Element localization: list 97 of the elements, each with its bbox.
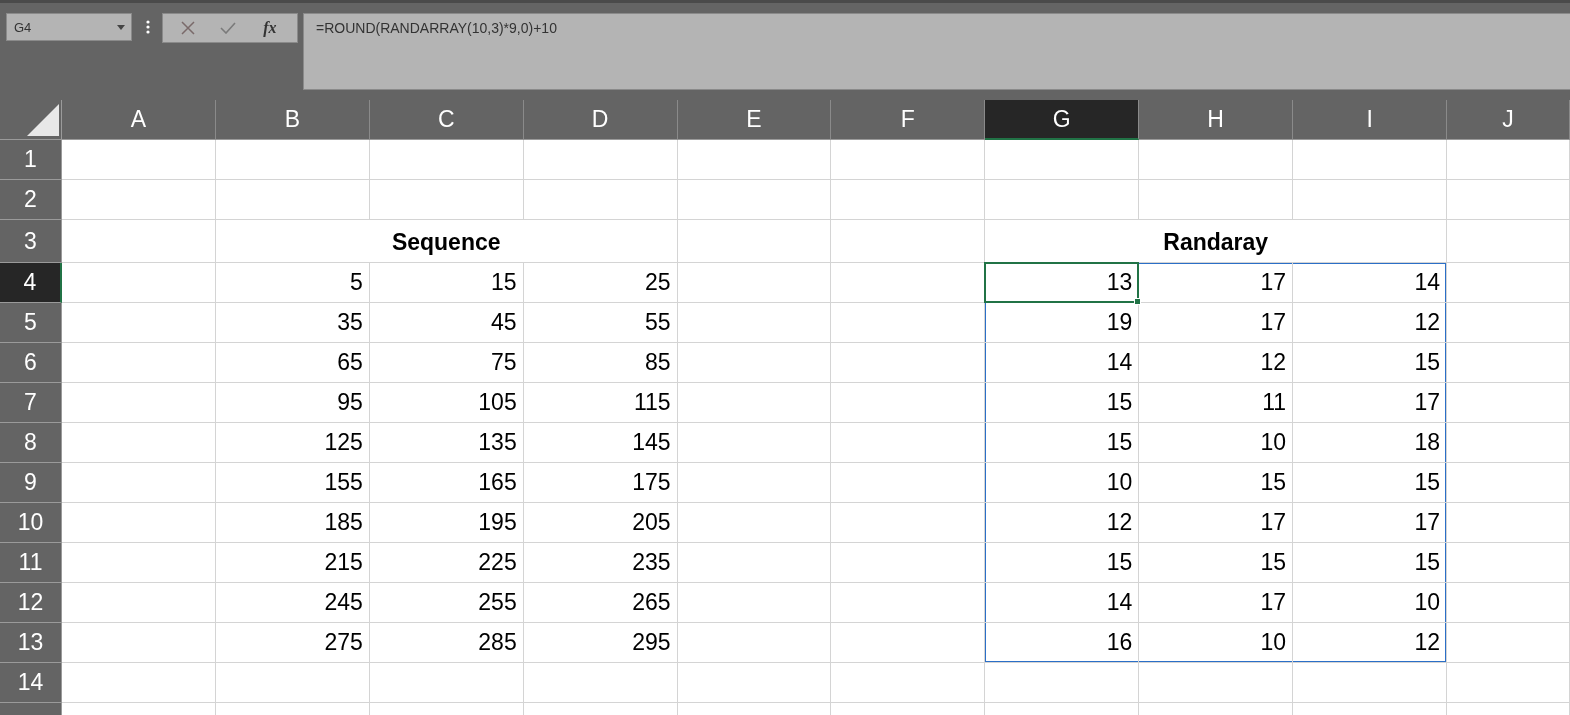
table-cell: 15 <box>1139 543 1294 583</box>
table-cell: 195 <box>369 503 524 543</box>
table-cell: 75 <box>369 343 524 383</box>
column-header[interactable]: F <box>831 100 986 140</box>
table-cell: 265 <box>523 583 678 623</box>
table-heading: Sequence <box>215 220 678 263</box>
table-cell: 175 <box>523 463 678 503</box>
column-header[interactable]: B <box>215 100 370 140</box>
column-header[interactable]: A <box>62 100 216 140</box>
row-header[interactable]: 13 <box>0 623 62 663</box>
table-cell: 15 <box>985 543 1140 583</box>
table-cell: 10 <box>1139 423 1294 463</box>
table-cell: 17 <box>1139 503 1294 543</box>
row-header[interactable]: 12 <box>0 583 62 623</box>
table-cell: 12 <box>985 503 1140 543</box>
row-header[interactable]: 9 <box>0 463 62 503</box>
column-header[interactable]: J <box>1447 100 1570 140</box>
row-header[interactable]: 7 <box>0 383 62 423</box>
table-cell: 10 <box>985 463 1140 503</box>
table-cell: 105 <box>369 383 524 423</box>
table-cell: 145 <box>523 423 678 463</box>
table-cell: 115 <box>523 383 678 423</box>
table-cell: 15 <box>985 423 1140 463</box>
table-cell: 19 <box>985 303 1140 343</box>
table-cell: 155 <box>215 463 370 503</box>
column-header[interactable]: C <box>369 100 524 140</box>
row-header[interactable]: 2 <box>0 180 62 220</box>
table-cell: 235 <box>523 543 678 583</box>
table-cell: 285 <box>369 623 524 663</box>
cancel-icon[interactable] <box>181 21 196 35</box>
select-all-button[interactable] <box>0 100 62 140</box>
table-cell: 275 <box>215 623 370 663</box>
table-cell: 165 <box>369 463 524 503</box>
row-header[interactable]: 10 <box>0 503 62 543</box>
table-cell: 15 <box>369 263 524 303</box>
select-all-triangle-icon <box>27 104 59 136</box>
table-cell: 15 <box>985 383 1140 423</box>
table-cell: 65 <box>215 343 370 383</box>
table-cell: 5 <box>215 263 370 303</box>
table-cell: 215 <box>215 543 370 583</box>
table-cell: 295 <box>523 623 678 663</box>
table-cell: 16 <box>985 623 1140 663</box>
column-header[interactable]: H <box>1139 100 1294 140</box>
formula-text: =ROUND(RANDARRAY(10,3)*9,0)+10 <box>316 20 557 36</box>
table-cell: 25 <box>523 263 678 303</box>
formula-field[interactable]: =ROUND(RANDARRAY(10,3)*9,0)+10 <box>303 13 1570 90</box>
table-cell: 12 <box>1293 303 1447 343</box>
row-header[interactable]: 5 <box>0 303 62 343</box>
table-cell: 12 <box>1293 623 1447 663</box>
table-cell: 35 <box>215 303 370 343</box>
table-cell: 11 <box>1139 383 1294 423</box>
row-header[interactable]: 3 <box>0 220 62 263</box>
table-cell: 14 <box>1293 263 1447 303</box>
table-cell: 15 <box>1139 463 1294 503</box>
table-cell: 95 <box>215 383 370 423</box>
table-cell: 125 <box>215 423 370 463</box>
cell-reference: G4 <box>14 19 32 35</box>
table-cell: 135 <box>369 423 524 463</box>
column-header[interactable]: G <box>985 100 1140 140</box>
table-cell: 18 <box>1293 423 1447 463</box>
column-header[interactable]: E <box>677 100 832 140</box>
row-header[interactable]: 1 <box>0 140 62 180</box>
table-cell: 12 <box>1139 343 1294 383</box>
table-cell: 17 <box>1139 303 1294 343</box>
column-header[interactable]: I <box>1293 100 1447 140</box>
row-header[interactable]: 11 <box>0 543 62 583</box>
table-cell: 17 <box>1293 503 1447 543</box>
table-cell: 17 <box>1293 383 1447 423</box>
dropdown-arrow-icon <box>117 24 125 30</box>
row-header[interactable]: 14 <box>0 663 62 703</box>
column-header[interactable]: D <box>523 100 678 140</box>
table-cell: 45 <box>369 303 524 343</box>
table-cell: 245 <box>215 583 370 623</box>
table-cell: 14 <box>985 583 1140 623</box>
table-cell: 225 <box>369 543 524 583</box>
row-header[interactable]: 4 <box>0 263 62 303</box>
name-box[interactable]: G4 <box>6 13 132 41</box>
table-cell: 13 <box>985 263 1140 303</box>
row-header[interactable]: 8 <box>0 423 62 463</box>
insert-function-button[interactable]: fx <box>261 19 279 37</box>
table-cell: 55 <box>523 303 678 343</box>
table-cell: 255 <box>369 583 524 623</box>
table-cell: 10 <box>1139 623 1294 663</box>
table-cell: 185 <box>215 503 370 543</box>
table-cell: 85 <box>523 343 678 383</box>
table-cell: 17 <box>1139 263 1294 303</box>
table-cell: 17 <box>1139 583 1294 623</box>
row-header[interactable]: 6 <box>0 343 62 383</box>
table-cell: 10 <box>1293 583 1447 623</box>
table-cell: 15 <box>1293 463 1447 503</box>
table-cell: 15 <box>1293 343 1447 383</box>
table-cell: 14 <box>985 343 1140 383</box>
table-cell: 205 <box>523 503 678 543</box>
checkmark-icon[interactable] <box>220 22 237 34</box>
table-heading: Randaray <box>985 220 1447 263</box>
table-cell: 15 <box>1293 543 1447 583</box>
more-options-icon[interactable] <box>146 20 150 34</box>
